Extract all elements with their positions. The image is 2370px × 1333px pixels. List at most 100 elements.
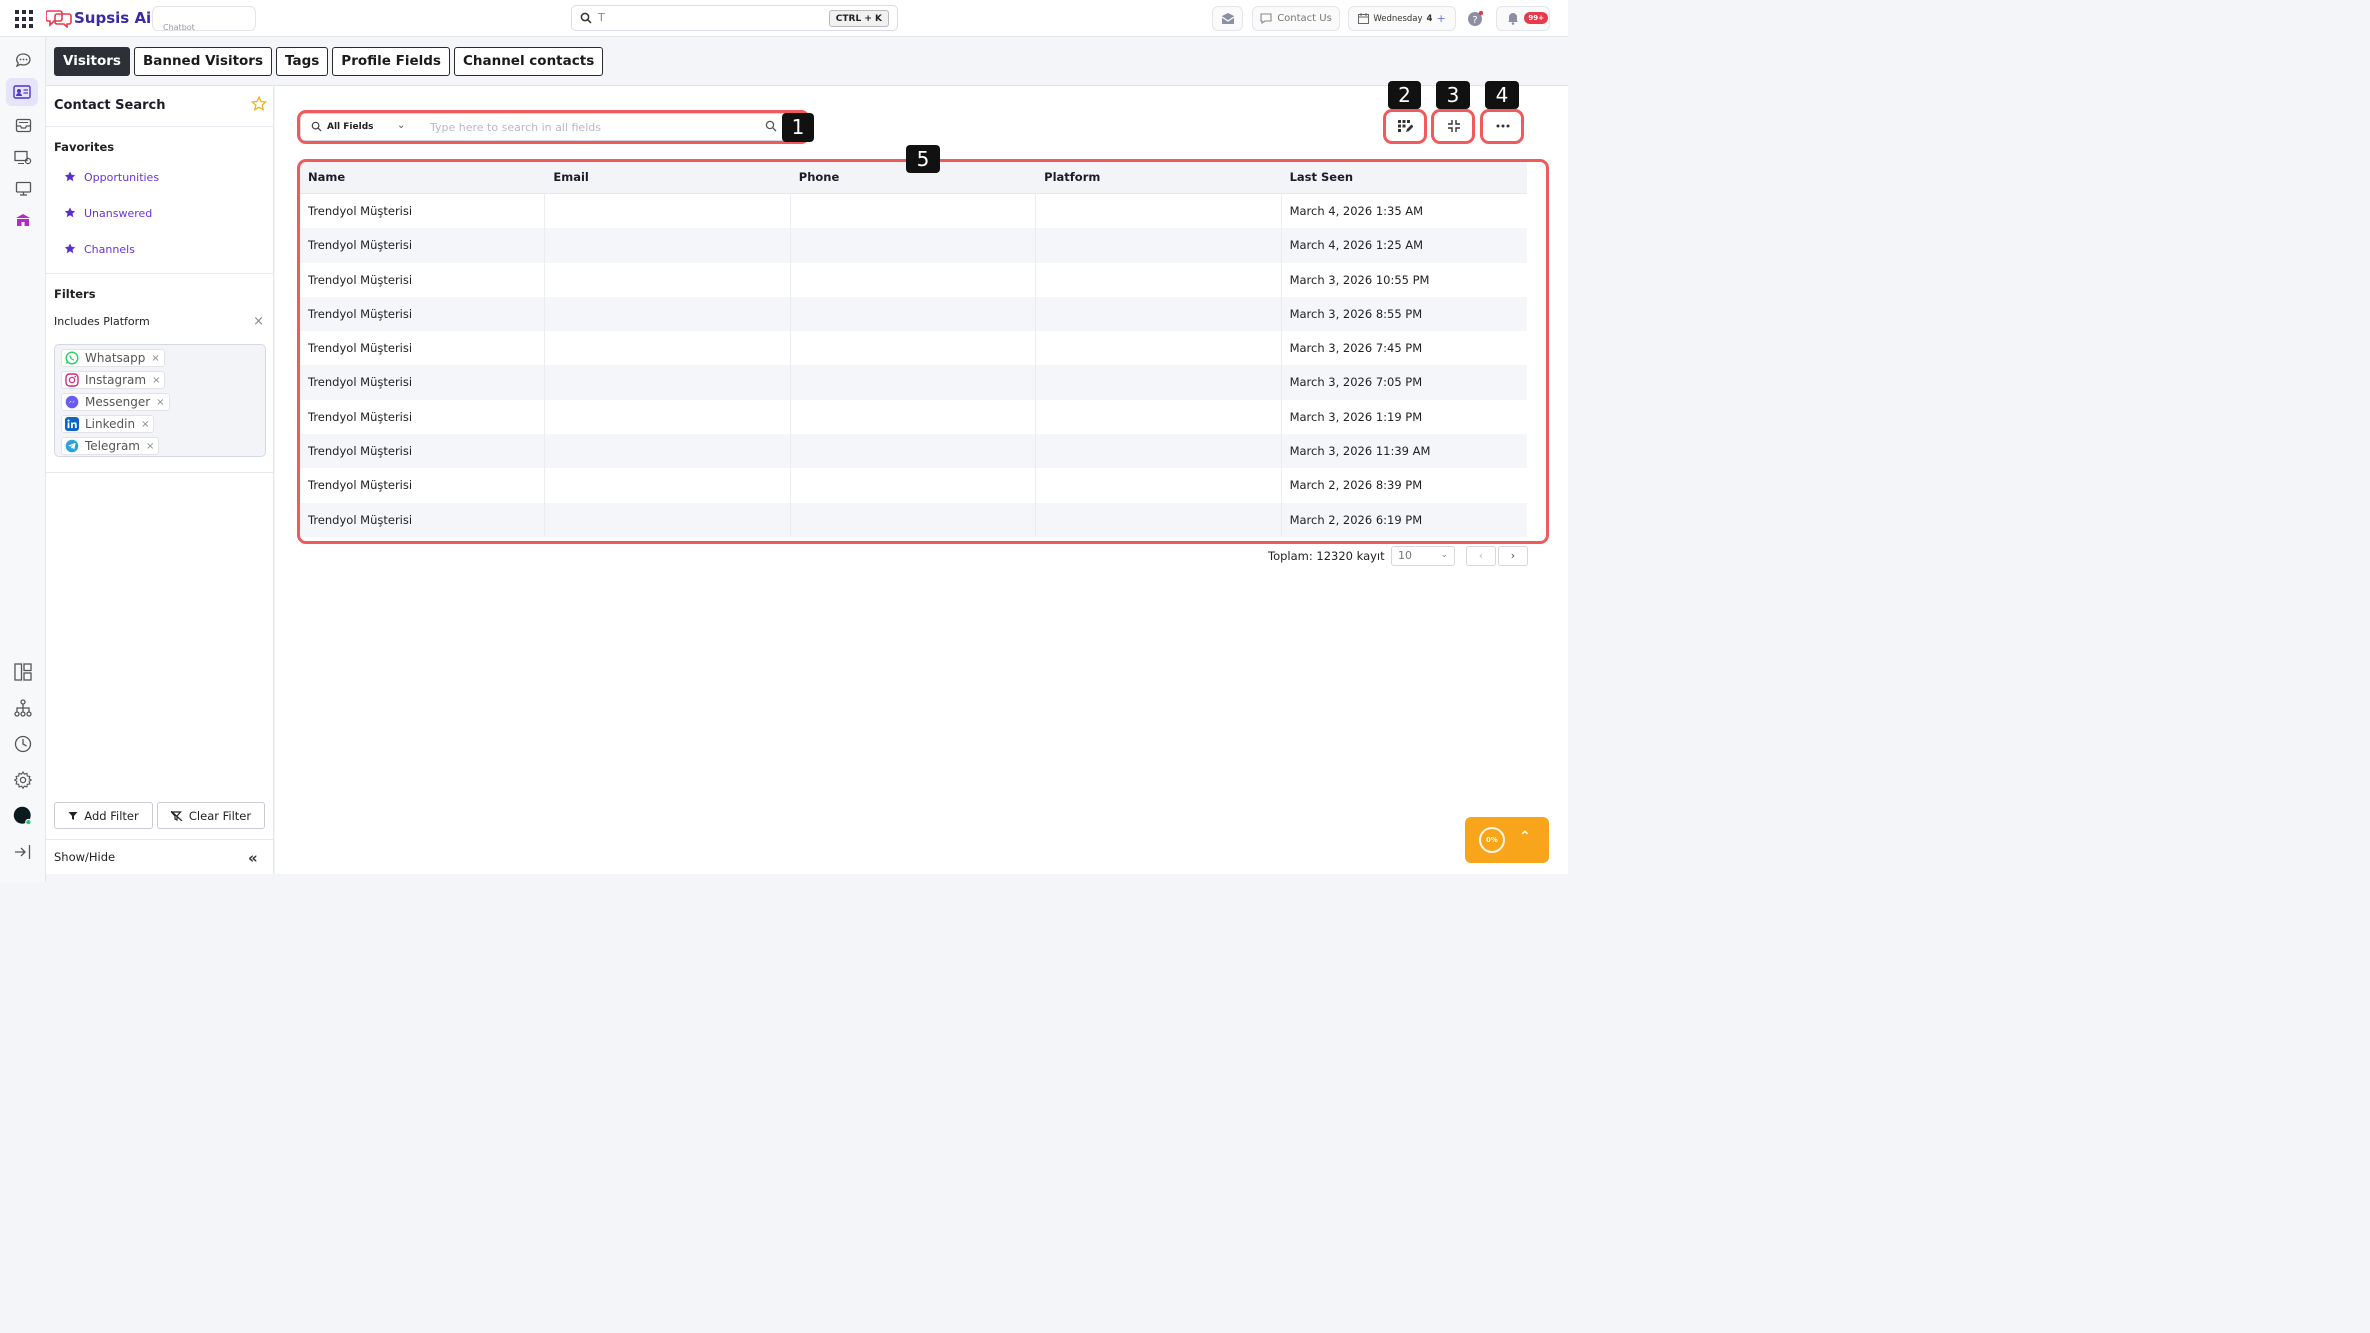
svg-text:?: ? <box>1472 15 1477 26</box>
rail-contacts-icon[interactable] <box>6 78 38 106</box>
divider <box>46 273 274 274</box>
total-records: Toplam: 12320 kayıt <box>1268 549 1385 563</box>
chip-label: Instagram <box>85 373 147 387</box>
favorite-label: Opportunities <box>84 170 160 184</box>
favorite-star-icon[interactable] <box>251 96 267 112</box>
notification-count-badge: 99+ <box>1524 12 1548 24</box>
rail-hierarchy-icon[interactable] <box>13 699 33 717</box>
workspace-selector[interactable]: Chatbot <box>152 6 256 31</box>
brand-name: Supsis Ai <box>74 9 152 27</box>
linkedin-icon <box>65 417 79 431</box>
add-date-icon[interactable]: + <box>1436 12 1445 25</box>
nav-rail <box>0 37 46 882</box>
highlight-more-options <box>1480 109 1524 144</box>
rail-layout-icon[interactable] <box>13 663 33 681</box>
favorite-item-unanswered[interactable]: Unanswered <box>64 205 152 221</box>
rail-inbox-icon[interactable] <box>13 116 33 134</box>
platform-chips-box[interactable]: Whatsapp × Instagram × Messenger × Linke… <box>54 344 266 457</box>
chip-label: Messenger <box>85 395 151 409</box>
top-bar: Supsis Ai Chatbot T CTRL + K Contact Us … <box>0 0 1568 37</box>
remove-filter-icon[interactable]: × <box>253 314 264 329</box>
favorite-label: Unanswered <box>84 206 153 220</box>
inbox-button[interactable] <box>1212 6 1243 31</box>
favorite-label: Channels <box>84 242 135 256</box>
rail-settings-icon[interactable] <box>13 771 33 789</box>
tab-channel-contacts[interactable]: Channel contacts <box>453 47 604 76</box>
filters-heading: Filters <box>54 287 96 301</box>
marker-1: 1 <box>782 113 814 142</box>
global-search-query: T <box>598 11 605 24</box>
marker-3: 3 <box>1436 81 1470 109</box>
page-size-value: 10 <box>1398 549 1412 562</box>
chip-telegram[interactable]: Telegram × <box>61 437 160 455</box>
tab-tags[interactable]: Tags <box>276 47 329 76</box>
clear-filter-button[interactable]: Clear Filter <box>157 802 265 829</box>
tab-visitors[interactable]: Visitors <box>54 47 130 76</box>
highlight-column-settings <box>1383 109 1427 144</box>
remove-chip-icon[interactable]: × <box>146 441 154 452</box>
chip-instagram[interactable]: Instagram × <box>61 371 166 389</box>
help-button[interactable]: ? <box>1464 6 1486 31</box>
add-filter-button[interactable]: Add Filter <box>54 802 153 829</box>
highlight-table <box>297 159 1549 544</box>
inbox-icon <box>1221 13 1234 24</box>
chip-messenger[interactable]: Messenger × <box>61 393 170 411</box>
global-search-input[interactable]: T CTRL + K <box>571 5 898 31</box>
onboarding-progress-widget[interactable]: 0% ⌃ <box>1465 817 1549 863</box>
date-day: 4 <box>1426 13 1433 24</box>
date-widget[interactable]: Wednesday 4 + <box>1348 6 1456 31</box>
shortcut-hint: CTRL + K <box>828 10 889 27</box>
include-platform-label: Includes Platform <box>54 315 150 328</box>
remove-chip-icon[interactable]: × <box>152 375 160 386</box>
messenger-icon <box>65 395 79 409</box>
brand-logo-icon <box>45 8 72 29</box>
progress-percent: 0% <box>1479 827 1505 853</box>
favorite-item-opportunities[interactable]: Opportunities <box>64 169 159 185</box>
page-size-select[interactable]: 10 ⌄ <box>1391 546 1455 566</box>
workspace-hint: Chatbot <box>163 23 195 31</box>
brand[interactable]: Supsis Ai <box>45 6 152 30</box>
tab-profile-fields[interactable]: Profile Fields <box>332 47 450 76</box>
remove-chip-icon[interactable]: × <box>156 397 164 408</box>
divider <box>46 472 274 473</box>
notifications-button[interactable]: 99+ <box>1496 6 1550 31</box>
marker-4: 4 <box>1485 81 1519 109</box>
next-page-button[interactable]: › <box>1498 546 1528 566</box>
rail-logout-icon[interactable] <box>13 843 33 861</box>
clear-filter-label: Clear Filter <box>188 808 252 823</box>
rail-clock-icon[interactable] <box>13 735 33 753</box>
favorite-item-channels[interactable]: Channels <box>64 241 135 257</box>
remove-chip-icon[interactable]: × <box>141 419 149 430</box>
divider <box>46 126 274 127</box>
chip-linkedin[interactable]: Linkedin × <box>61 415 155 433</box>
include-platform-filter: Includes Platform × <box>54 314 266 329</box>
highlight-search <box>297 110 810 144</box>
collapse-panel-icon[interactable]: « <box>248 849 258 867</box>
chevron-down-icon: ⌄ <box>1440 550 1448 560</box>
contacts-tabs: Visitors Banned Visitors Tags Profile Fi… <box>54 47 604 76</box>
chip-whatsapp[interactable]: Whatsapp × <box>61 349 165 367</box>
filter-icon <box>68 811 78 820</box>
add-filter-label: Add Filter <box>84 808 139 823</box>
panel-title: Contact Search <box>54 98 166 113</box>
whatsapp-icon <box>65 351 79 365</box>
star-icon <box>64 207 76 218</box>
chip-label: Linkedin <box>85 417 136 431</box>
clear-filter-icon <box>170 810 183 821</box>
marker-5: 5 <box>906 145 940 173</box>
tab-banned-visitors[interactable]: Banned Visitors <box>133 47 273 76</box>
rail-chat-icon[interactable] <box>13 51 33 69</box>
contact-us-button[interactable]: Contact Us <box>1252 6 1340 31</box>
chip-label: Telegram <box>85 439 140 453</box>
contact-us-label: Contact Us <box>1277 13 1332 24</box>
calendar-icon <box>1358 13 1370 24</box>
instagram-icon <box>65 373 79 387</box>
apps-grid-icon[interactable] <box>15 10 33 28</box>
rail-monitor-settings-icon[interactable] <box>13 148 33 166</box>
user-avatar[interactable] <box>13 806 33 826</box>
rail-display-icon[interactable] <box>13 179 33 197</box>
help-icon: ? <box>1468 10 1483 26</box>
rail-store-icon[interactable] <box>13 211 33 229</box>
remove-chip-icon[interactable]: × <box>151 353 159 364</box>
prev-page-button[interactable]: ‹ <box>1466 546 1496 566</box>
